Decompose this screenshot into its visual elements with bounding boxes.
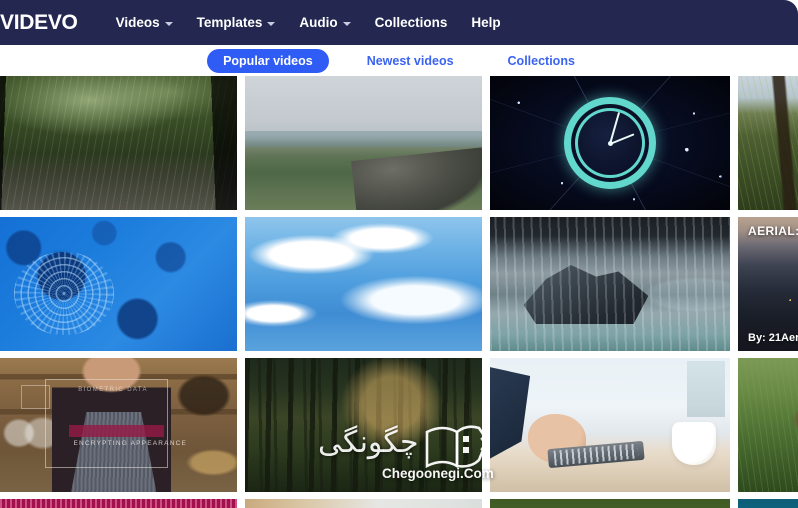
video-thumbnail [738,499,798,508]
video-card-green-pasture-cow[interactable] [738,358,798,492]
nav-item-videos[interactable]: Videos [116,15,173,30]
nav-item-collections[interactable]: Collections [375,15,448,30]
tab-newest-videos[interactable]: Newest videos [351,49,470,73]
video-thumbnail [490,358,730,492]
video-card-aerial-city-dusk[interactable]: AERIAL: C By: 21Aeria [738,217,798,351]
clock-center-pin [607,140,613,146]
video-thumbnail [738,76,798,210]
nav-item-templates-label: Templates [196,15,263,30]
hud-progress-bar [68,425,164,438]
hud-small-frame-icon [21,384,50,409]
monitor-decoration [686,360,726,417]
video-card-barista-hud-scan[interactable]: ENCRYPTING APPEARANCE BIOMETRIC DATA [0,358,237,492]
video-thumbnail [245,358,482,492]
video-thumbnail: ENCRYPTING APPEARANCE BIOMETRIC DATA [0,358,237,492]
video-card-magenta-lights[interactable] [0,499,237,508]
video-thumbnail [490,76,730,210]
chevron-down-icon [164,21,173,26]
video-card-author: By: 21Aeria [748,332,798,344]
nav-item-collections-label: Collections [374,15,448,30]
site-header: VIDEVO Videos Templates Audio Collection… [0,0,798,45]
video-card-beige-interior[interactable] [245,499,482,508]
video-thumbnail [490,499,730,508]
video-card-teal-water[interactable] [738,499,798,508]
chevron-down-icon [342,21,351,26]
video-card-misty-pine-forest[interactable] [245,358,482,492]
video-card-blue-cells-micro[interactable] [0,217,237,351]
coffee-cup-decoration [672,422,716,466]
video-card-title: AERIAL: C [748,224,798,238]
video-thumbnail [0,499,237,508]
content-tab-bar: Popular videos Newest videos Collections [0,45,798,76]
videvo-logo[interactable]: VIDEVO [0,11,78,35]
nav-item-help[interactable]: Help [471,15,500,30]
video-card-grass-trees[interactable] [738,76,798,210]
video-thumbnail [245,499,482,508]
hud-status-label: ENCRYPTING APPEARANCE [73,439,188,447]
video-thumbnail [245,76,482,210]
video-thumbnail [0,217,237,351]
video-card-office-desk-calculator[interactable] [490,358,730,492]
video-thumbnail [0,76,237,210]
chevron-down-icon [267,21,276,26]
nav-item-templates[interactable]: Templates [197,15,276,30]
nav-item-audio-label: Audio [299,15,338,30]
video-card-rocks-rapids[interactable] [490,217,730,351]
tab-collections[interactable]: Collections [492,49,591,73]
video-card-green-field[interactable] [490,499,730,508]
video-card-rain-forest-floor[interactable] [0,76,237,210]
nav-item-help-label: Help [471,15,501,30]
main-navigation: Videos Templates Audio Collections Help [116,15,501,30]
video-thumbnail [738,358,798,492]
video-card-blue-sky-clouds[interactable] [245,217,482,351]
tab-popular-videos[interactable]: Popular videos [207,48,329,73]
videvo-page: VIDEVO Videos Templates Audio Collection… [0,0,798,508]
nav-item-audio[interactable]: Audio [299,15,351,30]
nav-item-videos-label: Videos [115,15,160,30]
video-card-coastal-cliffs[interactable] [245,76,482,210]
video-grid: AERIAL: C By: 21Aeria ENCRYPTING APPEARA… [0,76,798,508]
video-thumbnail [490,217,730,351]
clock-dial-icon [564,97,656,189]
hud-secondary-label: BIOMETRIC DATA [78,387,148,394]
video-card-tech-network-clock[interactable] [490,76,730,210]
video-thumbnail [245,217,482,351]
